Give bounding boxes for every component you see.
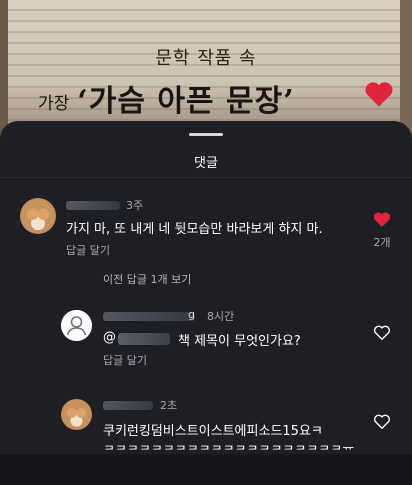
heart-outline-icon[interactable]	[373, 324, 391, 341]
sheet-title: 댓글	[194, 156, 218, 171]
mention-redacted[interactable]	[118, 333, 170, 345]
reply-button[interactable]: 답글 달기	[103, 352, 147, 368]
comment-text: 가지 마, 또 내게 네 뒷모습만 바라보게 하지 마.	[66, 222, 323, 237]
view-previous-replies-button[interactable]: 이전 답글 1개 보기	[103, 271, 191, 287]
reply-button[interactable]: 답글 달기	[66, 242, 110, 258]
reply-text-line1: 쿠키런킹덤비스트이스트에피소드15요ㅋ	[103, 424, 323, 439]
username-redacted[interactable]	[66, 201, 120, 210]
like-count: 2개	[373, 236, 391, 249]
heart-icon	[365, 82, 393, 107]
reply-time: 2초	[160, 399, 178, 412]
video-headline-main: 가장 ‘가슴 아픈 문장’	[38, 76, 398, 120]
default-user-icon	[61, 310, 92, 341]
sheet-divider	[0, 177, 412, 178]
video-headline-top: 문학 작품 속	[155, 48, 257, 69]
reply-mention[interactable]: @	[103, 330, 116, 345]
comment-time: 3주	[126, 199, 144, 212]
avatar[interactable]	[61, 310, 92, 341]
reply-text: 책 제목이 무엇인가요?	[178, 334, 301, 349]
bottom-bar	[0, 454, 412, 485]
comments-sheet: 댓글 3주 가지 마, 또 내게 네 뒷모습만 바라보게 하지 마. 답글 달기…	[0, 121, 412, 485]
avatar[interactable]	[20, 198, 56, 234]
username-redacted[interactable]	[103, 401, 153, 410]
screen: 문학 작품 속 가장 ‘가슴 아픈 문장’ 댓글 3주 가지 마, 또 내게 네 …	[0, 0, 412, 485]
username-redacted[interactable]	[103, 312, 195, 321]
sheet-drag-handle[interactable]	[189, 133, 223, 136]
video-headline-small: 가장	[38, 94, 70, 114]
avatar[interactable]	[61, 399, 92, 430]
heart-filled-icon[interactable]	[373, 211, 391, 228]
username-visible-part[interactable]: g	[188, 308, 195, 321]
reply-time: 8시간	[207, 310, 235, 323]
video-headline-big: ‘가슴 아픈 문장’	[77, 84, 295, 119]
heart-outline-icon[interactable]	[373, 413, 391, 430]
